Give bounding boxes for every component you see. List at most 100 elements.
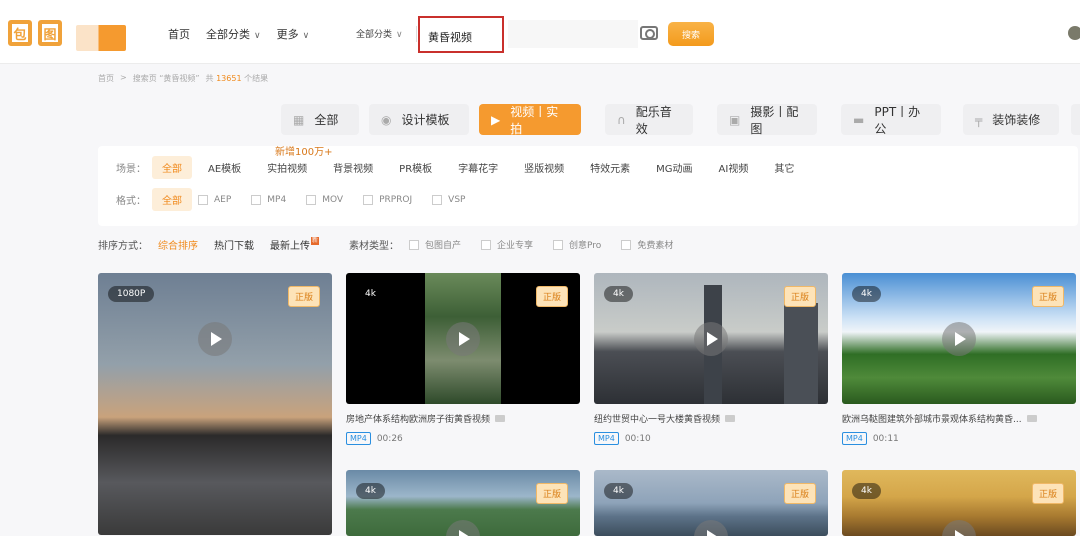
scene-ai[interactable]: AI视频	[709, 156, 759, 179]
search-button[interactable]: 搜索	[668, 22, 714, 46]
video-card[interactable]: 4k 正版 房地产体系结构欧洲房子街黄昏视频 MP4 00:26	[346, 273, 580, 445]
video-meta: MP4 00:11	[842, 432, 1076, 445]
video-card[interactable]: 4k 正版 欧洲乌鞑图建筑外部城市景观体系结构黄昏... MP4 00:11	[842, 273, 1076, 445]
sort-comprehensive[interactable]: 综合排序	[158, 237, 198, 252]
new-flag: 新	[311, 237, 319, 245]
type-pro[interactable]: 创意Pro	[553, 238, 601, 251]
checkbox[interactable]	[481, 239, 492, 250]
video-thumbnail[interactable]: 4k 正版	[346, 273, 580, 404]
resolution-badge: 4k	[356, 483, 385, 499]
play-icon[interactable]	[694, 520, 728, 536]
search-input[interactable]: 黄昏视频	[418, 16, 504, 53]
video-camera-icon	[1026, 415, 1037, 422]
scene-vertical[interactable]: 竖版视频	[514, 156, 574, 179]
type-enterprise[interactable]: 企业专享	[481, 238, 533, 251]
scene-background[interactable]: 背景视频	[323, 156, 383, 179]
scene-effects[interactable]: 特效元素	[580, 156, 640, 179]
format-all[interactable]: 全部	[152, 188, 192, 211]
duration: 00:26	[376, 433, 403, 444]
category-ppt[interactable]: ▬ PPT丨办公	[841, 104, 941, 136]
checkbox[interactable]	[553, 239, 564, 250]
play-icon[interactable]	[942, 520, 976, 536]
scene-subtitle[interactable]: 字幕花字	[448, 156, 508, 179]
scene-mg[interactable]: MG动画	[646, 156, 702, 179]
category-design-template[interactable]: ◉ 设计模板	[369, 104, 469, 135]
scene-all[interactable]: 全部	[152, 156, 192, 179]
video-thumbnail[interactable]: 4k 正版	[842, 273, 1076, 404]
video-camera-icon	[495, 415, 506, 422]
scene-label: 场景：	[116, 164, 146, 175]
format-vsp[interactable]: VSP	[432, 194, 465, 205]
filter-panel: 场景： 全部 AE模板 实拍视频 背景视频 PR模板 字幕花字 竖版视频 特效元…	[98, 146, 1078, 226]
video-card[interactable]: 1080P 正版	[98, 273, 332, 535]
type-label: 素材类型：	[349, 241, 399, 252]
checkbox[interactable]	[432, 194, 443, 205]
video-thumbnail[interactable]: 4k 正版	[842, 470, 1076, 536]
scene-ae[interactable]: AE模板	[198, 156, 251, 179]
logo-glyph-1: 包	[8, 20, 32, 46]
checkbox[interactable]	[621, 239, 632, 250]
scene-pr[interactable]: PR模板	[389, 156, 442, 179]
licensed-badge: 正版	[1031, 483, 1064, 504]
scene-real[interactable]: 实拍视频	[257, 156, 317, 179]
type-free[interactable]: 免费素材	[621, 238, 673, 251]
scene-other[interactable]: 其它	[764, 156, 804, 179]
palette-icon: ◉	[381, 112, 392, 127]
grid-icon: ▦	[293, 112, 305, 127]
video-title[interactable]: 欧洲乌鞑图建筑外部城市景观体系结构黄昏...	[842, 412, 1076, 425]
format-prproj[interactable]: PRPROJ	[363, 194, 412, 205]
category-music[interactable]: ∩ 配乐音效	[605, 104, 693, 136]
resolution-badge: 1080P	[108, 286, 155, 302]
video-title[interactable]: 房地产体系结构欧洲房子街黄昏视频	[346, 412, 580, 425]
play-icon[interactable]	[198, 322, 232, 356]
category-decoration[interactable]: ╤ 装饰装修	[963, 104, 1059, 135]
sort-label: 排序方式：	[98, 241, 148, 252]
search-category-select[interactable]: 全部分类 ∨	[356, 27, 403, 40]
format-mp4[interactable]: MP4	[251, 194, 286, 205]
play-icon[interactable]	[942, 322, 976, 356]
camera-icon[interactable]	[640, 26, 658, 40]
category-all[interactable]: ▦ 全部	[281, 104, 359, 135]
video-card[interactable]: 4k 正版 纽约世贸中心一号大楼黄昏视频 MP4 00:10	[594, 273, 828, 445]
chevron-down-icon: ∨	[254, 31, 261, 41]
checkbox[interactable]	[409, 239, 419, 250]
video-thumbnail[interactable]: 1080P 正版	[98, 273, 332, 535]
video-card[interactable]: 4k 正版	[346, 470, 580, 536]
breadcrumb-page: 搜索页 “黄昏视频”	[132, 74, 200, 83]
site-logo[interactable]: 包 图	[8, 20, 62, 46]
category-more[interactable]	[1071, 104, 1080, 135]
chevron-down-icon: ∨	[302, 31, 310, 41]
play-icon[interactable]	[446, 322, 480, 356]
sort-hot[interactable]: 热门下载	[214, 237, 254, 252]
main-nav: 首页 全部分类 ∨ 更多 ∨	[168, 26, 309, 42]
video-title[interactable]: 纽约世贸中心一号大楼黄昏视频	[594, 412, 828, 425]
breadcrumb-home[interactable]: 首页	[98, 73, 114, 84]
category-video[interactable]: ▶ 视频丨实拍	[479, 104, 581, 136]
video-card[interactable]: 4k 正版	[842, 470, 1076, 536]
licensed-badge: 正版	[287, 286, 320, 307]
play-icon[interactable]	[694, 322, 728, 356]
checkbox[interactable]	[363, 194, 374, 205]
category-photo[interactable]: ▣ 摄影丨配图	[717, 104, 817, 136]
nav-home[interactable]: 首页	[168, 26, 190, 42]
format-badge: MP4	[346, 432, 371, 445]
scene-filter-row: 场景： 全部 AE模板 实拍视频 背景视频 PR模板 字幕花字 竖版视频 特效元…	[116, 156, 810, 179]
format-aep[interactable]: AEP	[198, 194, 231, 205]
checkbox[interactable]	[306, 194, 317, 205]
video-thumbnail[interactable]: 4k 正版	[594, 273, 828, 404]
user-avatar[interactable]	[1068, 26, 1080, 40]
nav-more[interactable]: 更多 ∨	[277, 26, 310, 42]
format-mov[interactable]: MOV	[306, 194, 343, 205]
top-bar: 包 图 首页 全部分类 ∨ 更多 ∨ 全部分类 ∨ 黄昏视频 搜索	[0, 0, 1080, 64]
checkbox[interactable]	[251, 194, 262, 205]
checkbox[interactable]	[198, 194, 208, 205]
video-thumbnail[interactable]: 4k 正版	[594, 470, 828, 536]
play-icon[interactable]	[446, 520, 480, 536]
nav-all-categories[interactable]: 全部分类 ∨	[206, 26, 261, 42]
paint-roller-icon: ╤	[975, 112, 983, 127]
type-own[interactable]: 包图自产	[409, 238, 461, 251]
sort-latest[interactable]: 最新上传新	[270, 237, 319, 252]
video-thumbnail[interactable]: 4k 正版	[346, 470, 580, 536]
video-card[interactable]: 4k 正版	[594, 470, 828, 536]
resolution-badge: 4k	[604, 286, 633, 302]
